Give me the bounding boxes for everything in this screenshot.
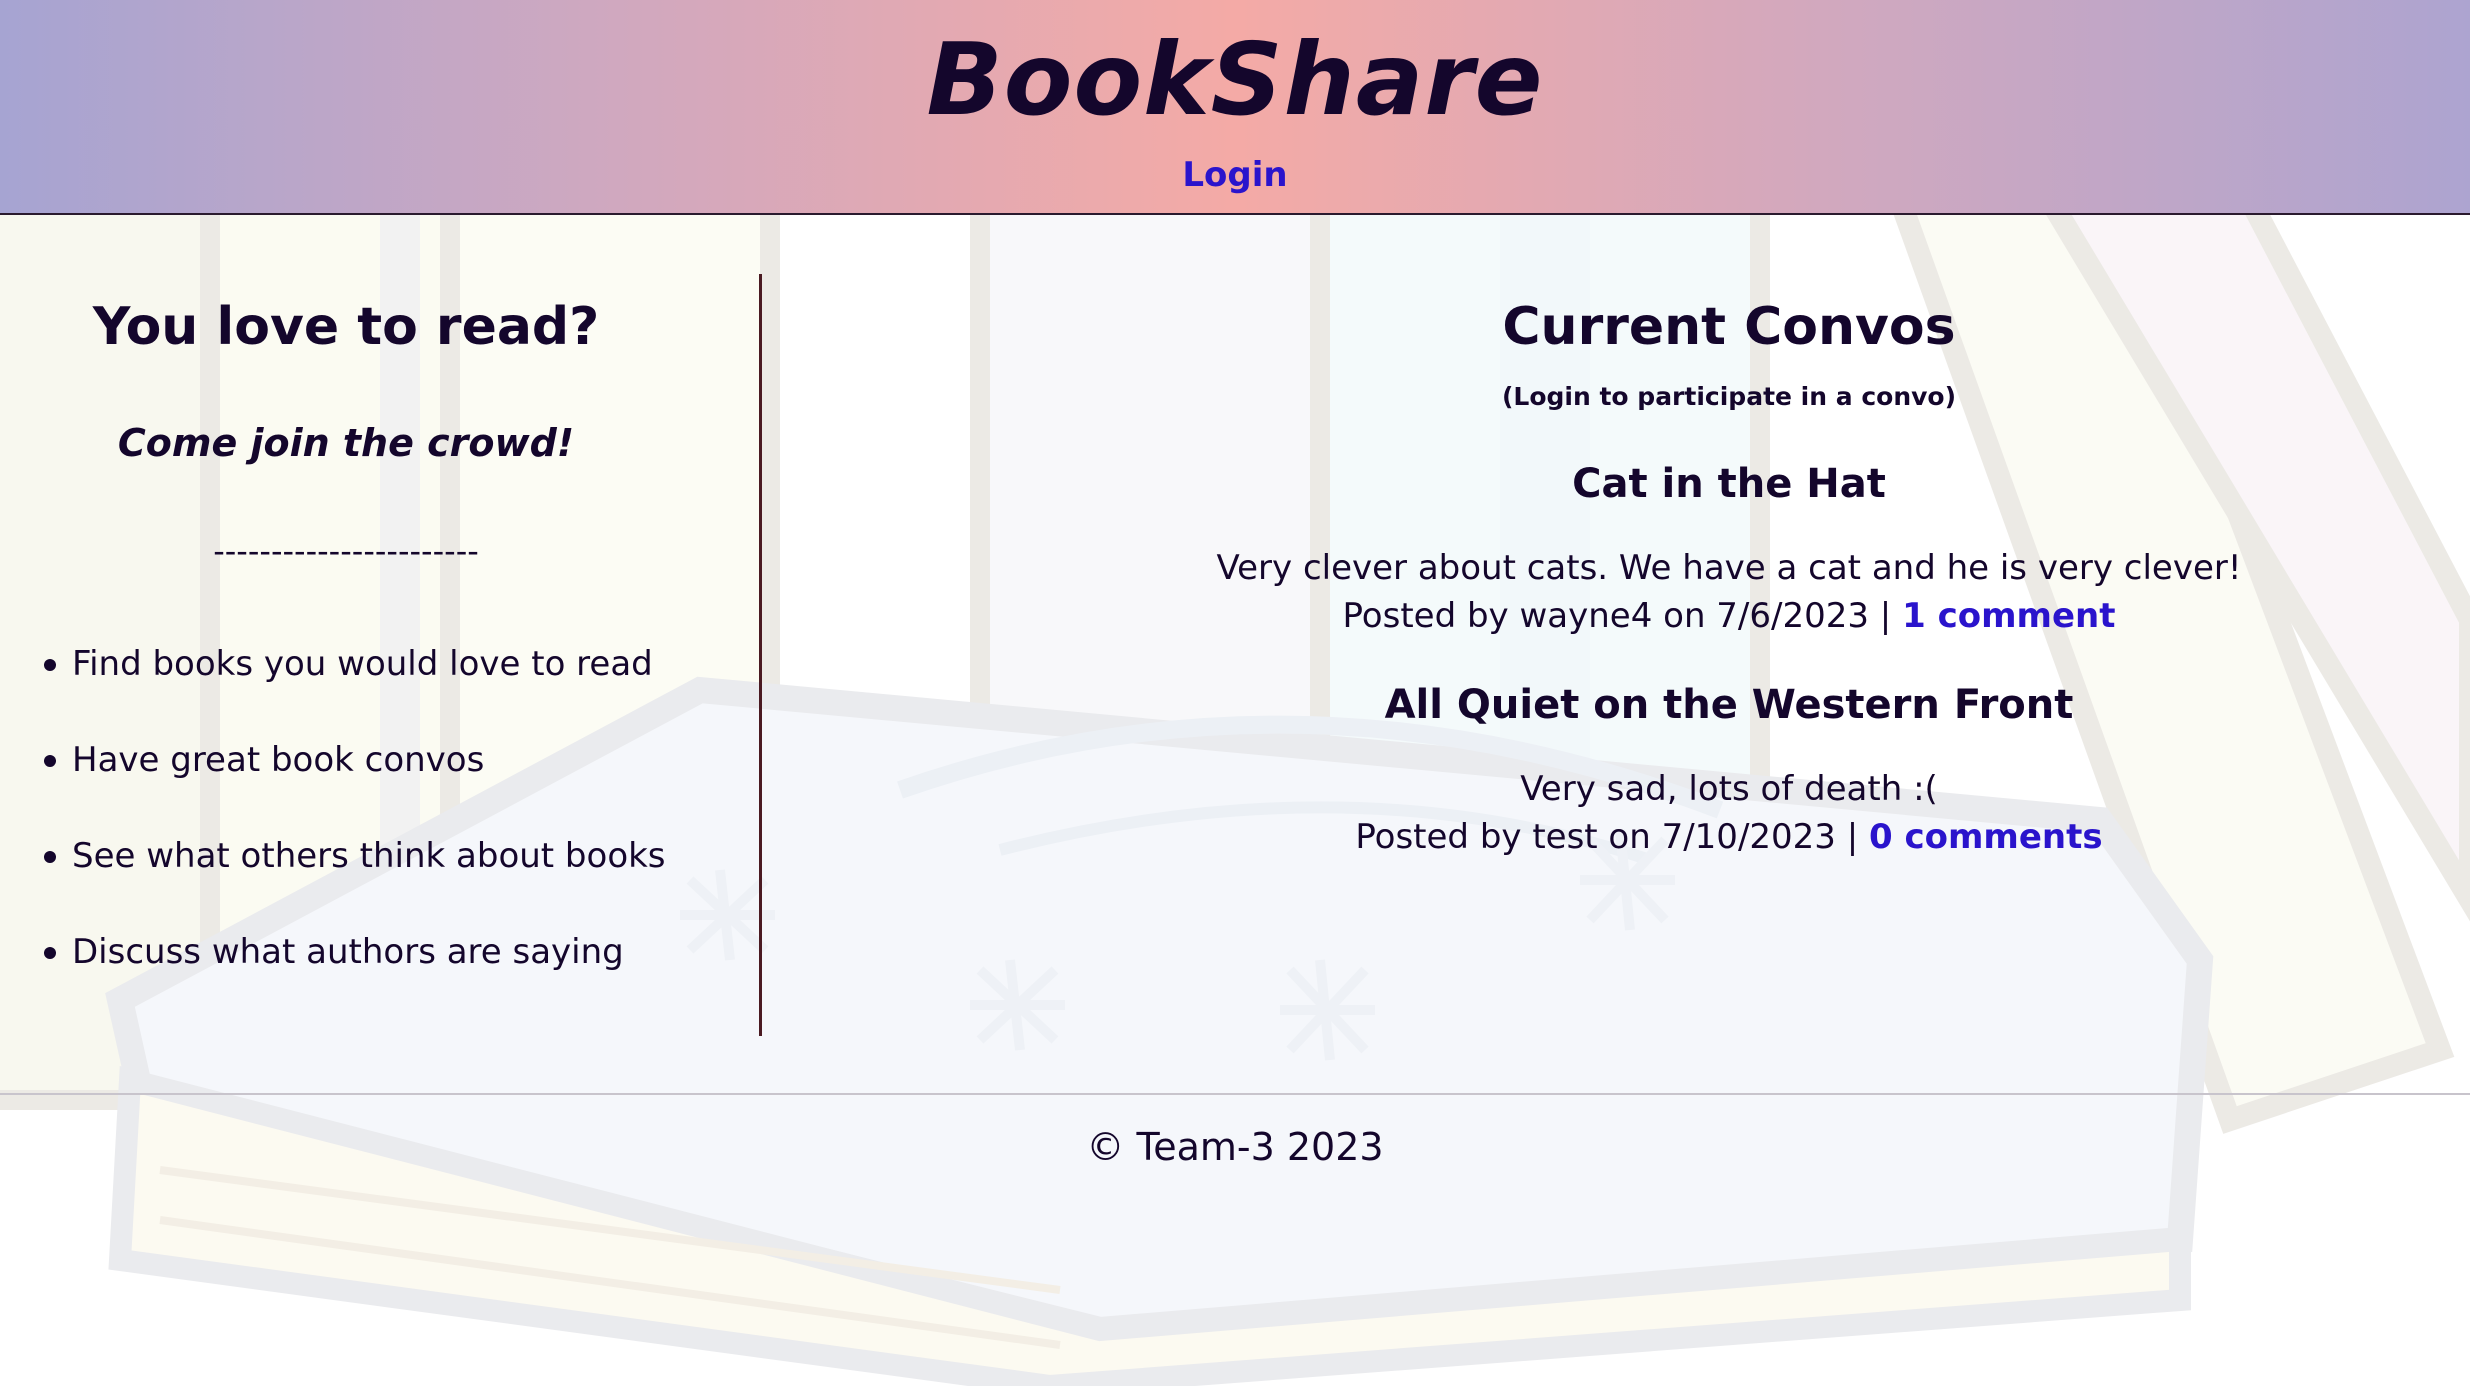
site-footer: © Team-3 2023 (1086, 1125, 1384, 1169)
convos-login-note: (Login to participate in a convo) (1501, 382, 1957, 411)
convo-title: All Quiet on the Western Front (1384, 682, 2074, 728)
bullet-icon (44, 755, 56, 767)
feature-text: Discuss what authors are saying (72, 932, 624, 972)
comments-link[interactable]: 0 comments (1869, 817, 2103, 857)
site-logo[interactable]: BookShare (0, 20, 2470, 140)
login-link-row: Login (0, 152, 2470, 198)
feature-text: Have great book convos (72, 740, 485, 780)
convo-body: Very clever about cats. We have a cat an… (1216, 548, 2242, 588)
intro-title: You love to read? (92, 297, 600, 357)
feature-list-item: See what others think about books (40, 834, 666, 930)
intro-divider: ----------------------- (213, 532, 479, 570)
convos-title: Current Convos (1502, 297, 1956, 357)
bullet-icon (44, 947, 56, 959)
feature-list-item: Discuss what authors are saying (40, 930, 666, 1026)
convo-posted-by: Posted by wayne4 on 7/6/2023 | (1342, 596, 1903, 636)
convo-meta: Posted by test on 7/10/2023 | 0 comments (762, 813, 2470, 861)
feature-list: Find books you would love to read Have g… (40, 642, 666, 1026)
comments-link[interactable]: 1 comment (1902, 596, 2115, 636)
footer-divider (0, 1093, 2470, 1095)
feature-list-item: Find books you would love to read (40, 642, 666, 738)
intro-subtitle: Come join the crowd! (117, 421, 575, 465)
convo-body: Very sad, lots of death :( (1520, 769, 1938, 809)
feature-text: See what others think about books (72, 836, 666, 876)
bullet-icon (44, 851, 56, 863)
feature-list-item: Have great book convos (40, 738, 666, 834)
convo-title: Cat in the Hat (1572, 461, 1886, 507)
login-link[interactable]: Login (1182, 155, 1287, 195)
bullet-icon (44, 659, 56, 671)
convo-posted-by: Posted by test on 7/10/2023 | (1355, 817, 1869, 857)
convo-meta: Posted by wayne4 on 7/6/2023 | 1 comment (762, 592, 2470, 640)
site-header: BookShare Login (0, 0, 2470, 215)
feature-text: Find books you would love to read (72, 644, 653, 684)
